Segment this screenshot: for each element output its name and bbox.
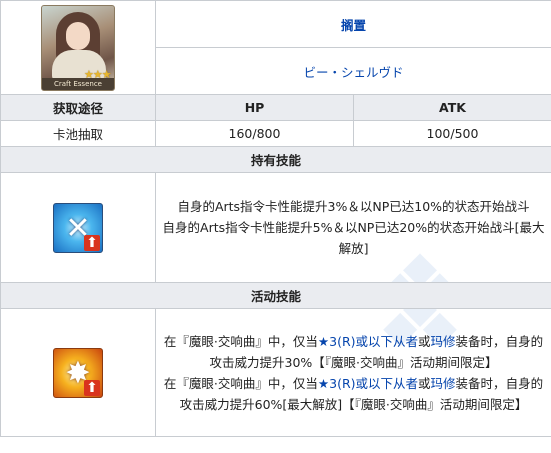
event-line-2-prefix: 在『魔眼·交响曲』中，仅当	[163, 375, 318, 391]
event-skill-description: 在『魔眼·交响曲』中，仅当★3(R)或以下从者或玛修装备时，自身的攻击威力提升3…	[154, 308, 551, 437]
mash-link-2[interactable]: 玛修	[431, 376, 456, 391]
arts-up-icon: ✕ ⬆	[53, 202, 103, 253]
hp-value: 160/800	[155, 120, 354, 147]
atk-header: ATK	[352, 94, 551, 121]
event-line-1: 在『魔眼·交响曲』中，仅当★3(R)或以下从者或玛修装备时，自身的攻击威力提升3…	[162, 331, 545, 373]
frame-label: Craft Essence	[42, 77, 114, 90]
card-name-link[interactable]: 搁置	[341, 18, 366, 33]
illustrator-cell: ビー・シェルヴド	[154, 47, 551, 95]
event-skill-header: 活动技能	[0, 282, 551, 309]
illustrator-link[interactable]: ビー・シェルヴド	[304, 65, 404, 80]
passive-skill-description: 自身的Arts指令卡性能提升3%＆以NP已达10%的状态开始战斗 自身的Arts…	[154, 172, 551, 283]
craft-essence-portrait[interactable]: ★★★ Craft Essence	[41, 4, 115, 91]
mash-link[interactable]: 玛修	[431, 334, 456, 349]
event-line-1-prefix: 在『魔眼·交响曲』中，仅当	[163, 333, 318, 349]
low-rarity-servant-link[interactable]: ★3(R)或以下从者	[318, 334, 418, 349]
atk-value: 100/500	[352, 120, 551, 147]
event-line-2-suffix: 装备时，	[455, 375, 506, 391]
event-line-2-or: 或	[418, 375, 431, 391]
source-header: 获取途径	[0, 94, 156, 121]
passive-skill-header: 持有技能	[0, 146, 551, 173]
low-rarity-servant-link-2[interactable]: ★3(R)或以下从者	[318, 376, 418, 391]
source-value: 卡池抽取	[0, 120, 156, 147]
event-icon-cell: ✸ ⬆	[0, 308, 156, 437]
attack-up-icon: ✸ ⬆	[53, 347, 103, 398]
hp-header: HP	[155, 94, 354, 121]
craft-essence-infobox: ★★★ Craft Essence 搁置 ビー・シェルヴド 获取途径 HP AT…	[0, 0, 551, 437]
event-line-2: 在『魔眼·交响曲』中，仅当★3(R)或以下从者或玛修装备时，自身的攻击威力提升6…	[162, 373, 545, 415]
card-name-cell: 搁置	[154, 0, 551, 48]
event-line-1-suffix: 装备时，	[455, 333, 506, 349]
passive-line-2: 自身的Arts指令卡性能提升5%＆以NP已达20%的状态开始战斗[最大解放]	[162, 220, 545, 256]
portrait-cell: ★★★ Craft Essence	[0, 0, 156, 95]
event-line-1-or: 或	[418, 333, 431, 349]
passive-line-1: 自身的Arts指令卡性能提升3%＆以NP已达10%的状态开始战斗	[177, 199, 530, 214]
passive-icon-cell: ✕ ⬆	[0, 172, 156, 283]
